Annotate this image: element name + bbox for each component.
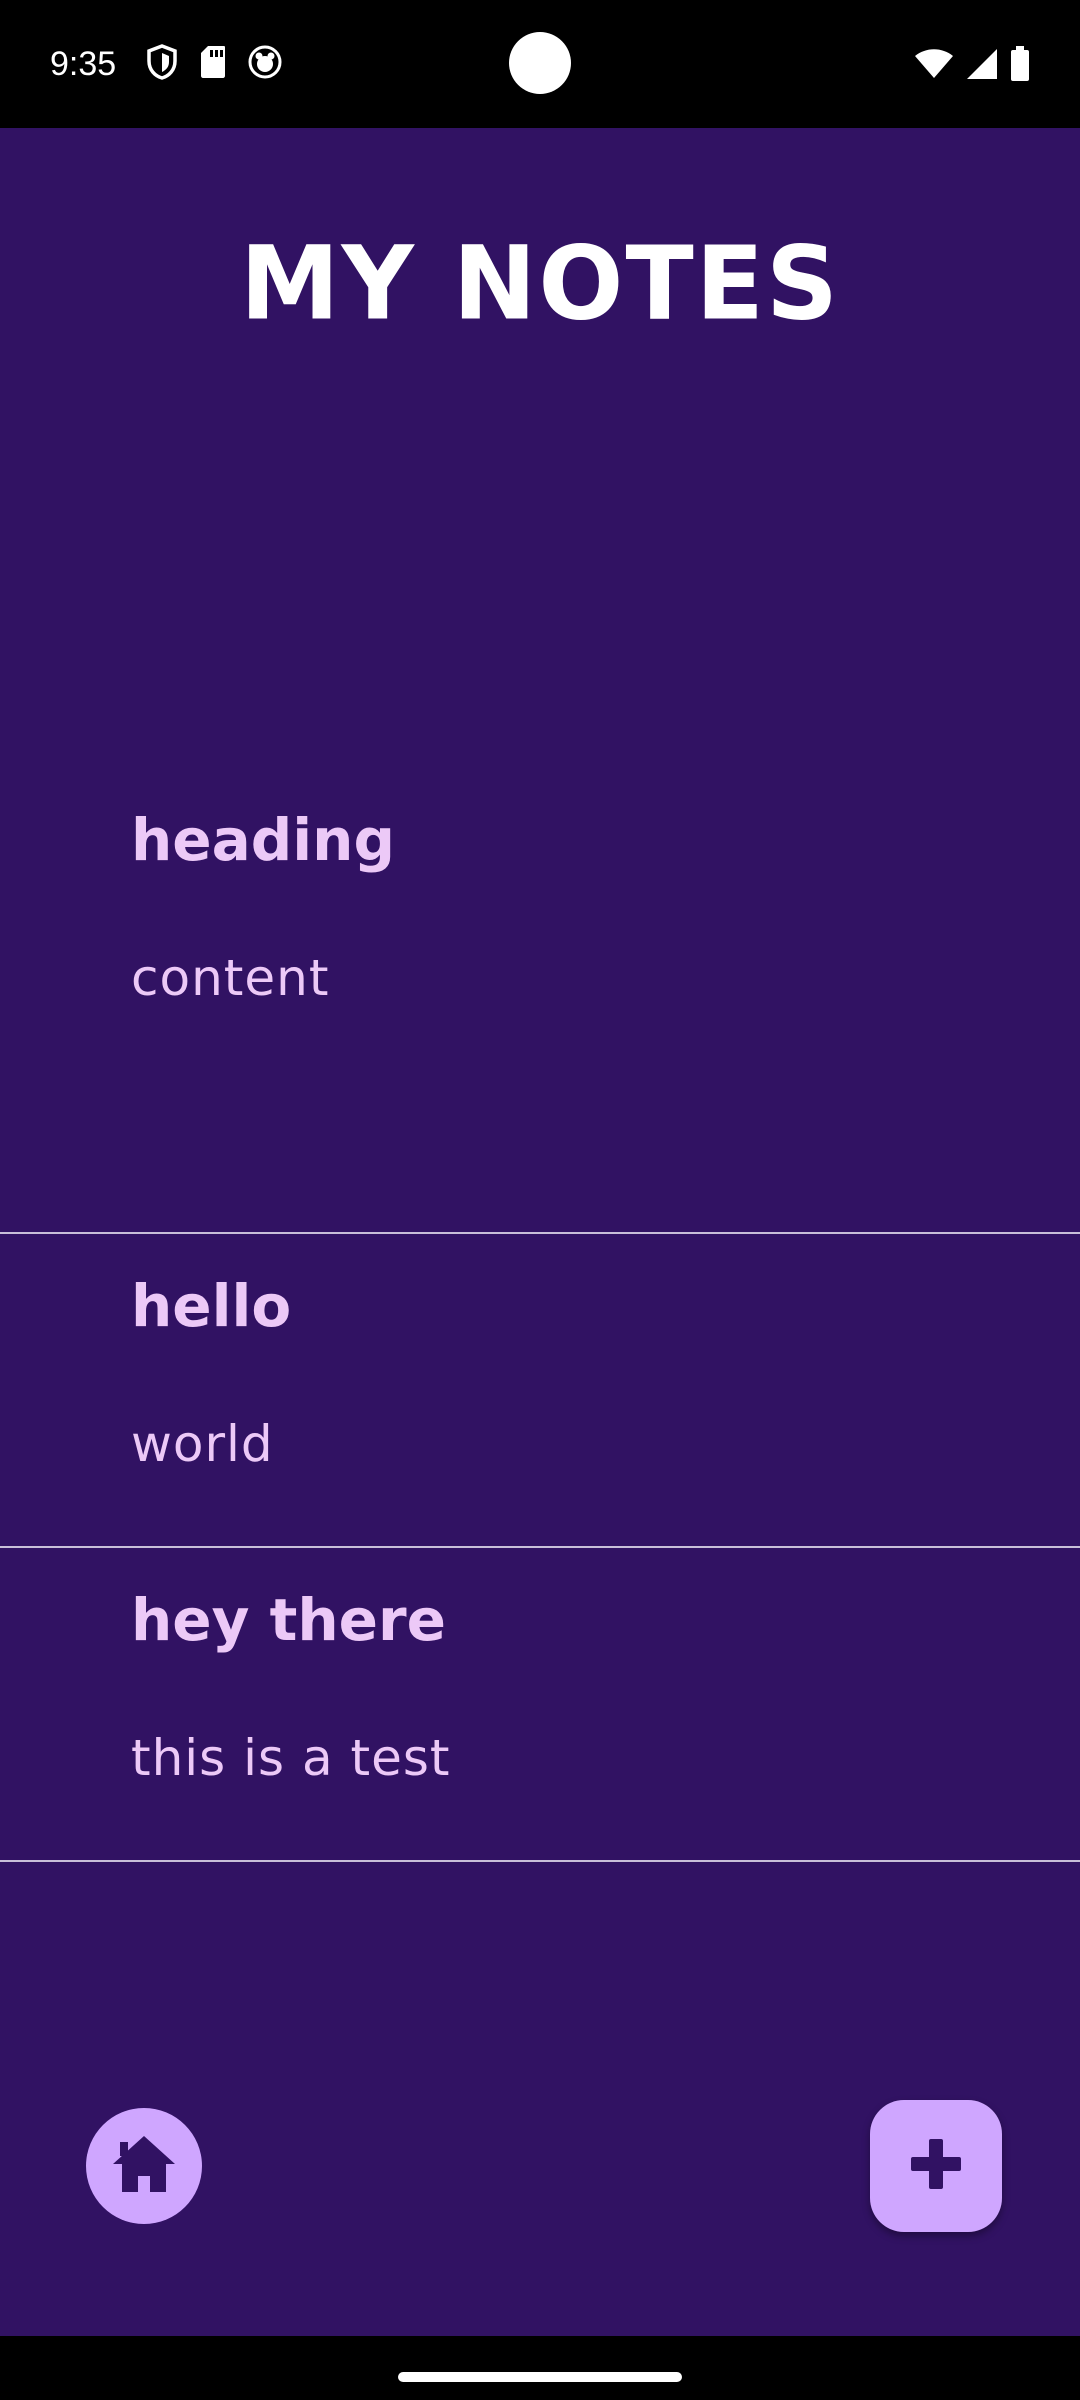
battery-icon <box>1010 46 1030 82</box>
plus-icon <box>909 2137 963 2195</box>
wifi-icon <box>914 48 954 80</box>
note-item[interactable]: hey there this is a test <box>0 1548 1080 1862</box>
app-screen: MY NOTES heading content hello world hey… <box>0 128 1080 2336</box>
note-heading: heading <box>131 806 395 874</box>
home-indicator[interactable] <box>398 2372 682 2382</box>
home-icon <box>111 2134 177 2198</box>
note-content: world <box>131 1415 274 1473</box>
page-title: MY NOTES <box>240 223 840 344</box>
note-heading: hey there <box>131 1586 446 1654</box>
camera-cutout <box>509 32 571 94</box>
sd-card-icon <box>200 45 226 79</box>
system-nav-bar <box>0 2336 1080 2400</box>
home-button[interactable] <box>86 2108 202 2224</box>
status-icons-left <box>146 44 282 80</box>
status-icons-right <box>914 46 1030 82</box>
status-bar: 9:35 <box>0 0 1080 128</box>
shield-icon <box>146 44 178 80</box>
note-item[interactable]: hello world <box>0 1234 1080 1548</box>
note-content: this is a test <box>131 1729 451 1787</box>
note-heading: hello <box>131 1272 292 1340</box>
signal-icon <box>966 48 998 80</box>
app-notification-icon <box>248 45 282 79</box>
notes-list: heading content hello world hey there th… <box>0 776 1080 1862</box>
status-time: 9:35 <box>50 45 117 83</box>
add-note-button[interactable] <box>870 2100 1002 2232</box>
note-content: content <box>131 949 330 1007</box>
note-item[interactable]: heading content <box>0 776 1080 1234</box>
